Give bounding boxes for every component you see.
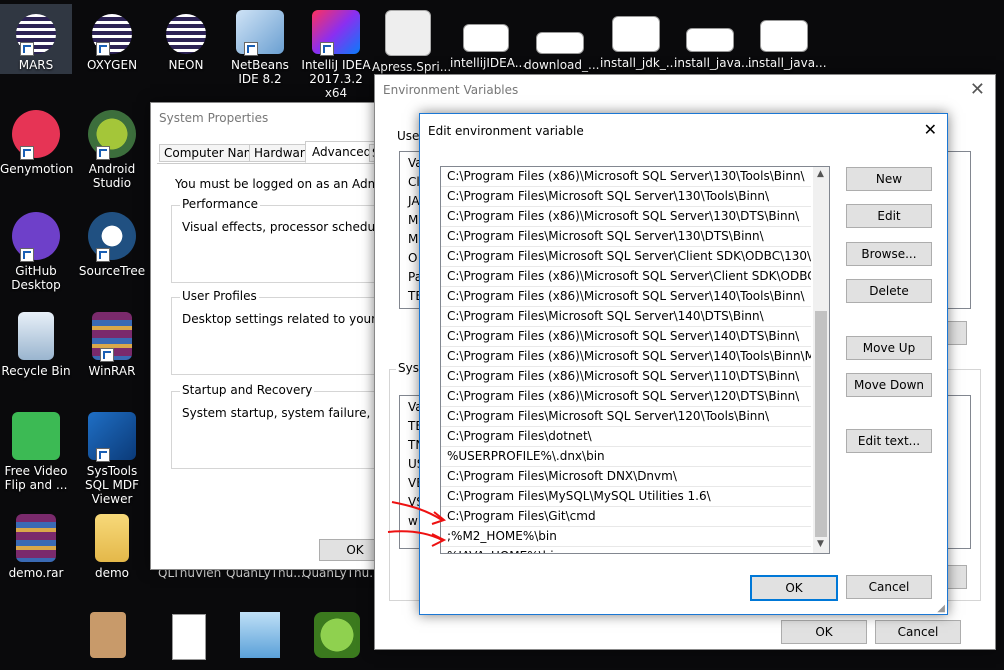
book-cover-icon <box>385 10 431 56</box>
path-entry[interactable]: C:\Program Files (x86)\Microsoft SQL Ser… <box>441 327 811 347</box>
system-button-partial[interactable] <box>945 565 967 589</box>
desktop-icon-install-jdk[interactable]: install_jdk_... <box>600 4 677 70</box>
tab-advanced[interactable]: Advanced <box>305 141 379 163</box>
path-entry[interactable]: C:\Program Files (x86)\Microsoft SQL Ser… <box>441 347 811 367</box>
folder-icon <box>95 514 129 562</box>
cancel-button[interactable]: Cancel <box>875 620 961 644</box>
desktop-icon-sourcetree[interactable]: SourceTree <box>76 206 148 278</box>
cancel-button[interactable]: Cancel <box>846 575 932 599</box>
close-icon[interactable]: ✕ <box>970 79 985 100</box>
desktop-icon-install-java-1[interactable]: install_java... <box>674 4 753 70</box>
path-entry[interactable]: C:\Program Files\Microsoft SQL Server\12… <box>441 407 811 427</box>
vertical-scrollbar[interactable]: ▲ ▼ <box>813 167 829 553</box>
window-title: System Properties <box>151 103 391 133</box>
desktop-icon-github[interactable]: GitHub Desktop <box>0 206 72 292</box>
move-down-button[interactable]: Move Down <box>846 373 932 397</box>
tab-bar: Computer Name Hardware Advanced S <box>157 141 397 164</box>
sourcetree-icon <box>88 212 136 262</box>
path-entry[interactable]: C:\Program Files\MySQL\MySQL Utilities 1… <box>441 487 811 507</box>
close-icon[interactable]: ✕ <box>924 120 937 139</box>
path-entry[interactable]: C:\Program Files\Microsoft SQL Server\13… <box>441 227 811 247</box>
desktop-icon-demo-rar[interactable]: demo.rar <box>0 508 72 580</box>
eclipse-icon <box>162 10 210 54</box>
group-label: User Profiles <box>180 289 259 303</box>
netbeans-icon <box>236 10 284 56</box>
desktop-icon-apress[interactable]: Apress.Spri... <box>372 4 451 74</box>
github-icon <box>12 212 60 262</box>
edit-environment-variable-dialog: Edit environment variable ✕ C:\Program F… <box>419 113 948 615</box>
screenshot-thumbnail-icon <box>612 16 660 52</box>
annotation-arrows <box>387 501 447 547</box>
desktop-icon-free-video-flip[interactable]: Free Video Flip and ... <box>0 406 72 492</box>
desktop-icon-oxygen[interactable]: OXYGEN <box>76 4 148 72</box>
window-title: Environment Variables <box>375 75 995 105</box>
path-entry[interactable]: ;%M2_HOME%\bin <box>441 527 811 547</box>
path-entry[interactable]: C:\Program Files (x86)\Microsoft SQL Ser… <box>441 167 811 187</box>
resize-grip-icon[interactable]: ◢ <box>937 603 945 614</box>
scroll-up-arrow-icon[interactable]: ▲ <box>817 169 824 179</box>
ok-button[interactable]: OK <box>750 575 838 601</box>
desktop-icon-recycle-bin[interactable]: Recycle Bin <box>0 306 72 378</box>
eclipse-icon <box>88 10 136 56</box>
document-icon <box>172 614 206 660</box>
desktop-icon-android-studio[interactable]: Android Studio <box>76 104 148 190</box>
path-entry[interactable]: C:\Program Files\Git\cmd <box>441 507 811 527</box>
recycle-bin-icon <box>18 312 54 360</box>
desktop-icon-winrar[interactable]: WinRAR <box>76 306 148 378</box>
notepad-icon <box>240 612 280 658</box>
nosql-icon <box>314 612 360 658</box>
desktop-icon-mars[interactable]: MARS <box>0 4 72 74</box>
desktop-icon-intellij[interactable]: IntelliJ IDEA 2017.3.2 x64 <box>300 4 372 100</box>
scroll-down-arrow-icon[interactable]: ▼ <box>817 539 824 549</box>
path-entry[interactable]: %JAVA_HOME%\bin <box>441 547 811 553</box>
path-entry[interactable]: C:\Program Files\Microsoft SQL Server\Cl… <box>441 247 811 267</box>
path-entry[interactable]: C:\Program Files\dotnet\ <box>441 427 811 447</box>
delete-button[interactable]: Delete <box>846 279 932 303</box>
ok-button[interactable]: OK <box>781 620 867 644</box>
winrar-archive-icon <box>16 514 56 562</box>
path-entry[interactable]: C:\Program Files\Microsoft DNX\Dnvm\ <box>441 467 811 487</box>
android-studio-icon <box>88 110 136 160</box>
desktop-icon-neon[interactable]: NEON <box>150 4 222 72</box>
path-entry[interactable]: C:\Program Files\Microsoft SQL Server\13… <box>441 187 811 207</box>
screenshot-thumbnail-icon <box>463 24 509 52</box>
path-entry[interactable]: C:\Program Files\Microsoft SQL Server\14… <box>441 307 811 327</box>
screenshot-thumbnail-icon <box>686 28 734 52</box>
winrar-icon <box>92 312 132 362</box>
scrollbar-thumb[interactable] <box>815 311 827 537</box>
eclipse-icon <box>12 10 60 56</box>
edit-button[interactable]: Edit <box>846 204 932 228</box>
path-entry[interactable]: C:\Program Files (x86)\Microsoft SQL Ser… <box>441 207 811 227</box>
move-up-button[interactable]: Move Up <box>846 336 932 360</box>
avatar-icon <box>90 612 126 658</box>
path-entry[interactable]: C:\Program Files (x86)\Microsoft SQL Ser… <box>441 287 811 307</box>
desktop-icon-intellij-doc[interactable]: intellijIDEA... <box>450 4 526 70</box>
desktop-icon-download[interactable]: download_... <box>524 4 599 72</box>
path-entry[interactable]: %USERPROFILE%\.dnx\bin <box>441 447 811 467</box>
system-properties-window: System Properties Computer Name Hardware… <box>150 102 438 570</box>
path-entry[interactable]: C:\Program Files (x86)\Microsoft SQL Ser… <box>441 387 811 407</box>
group-label: Performance <box>180 197 261 211</box>
genymotion-icon <box>12 110 60 160</box>
desktop-icon-demo-folder[interactable]: demo <box>76 508 148 580</box>
browse-button[interactable]: Browse... <box>846 242 932 266</box>
desktop-icon-systools[interactable]: SysTools SQL MDF Viewer <box>76 406 148 506</box>
video-flip-icon <box>12 412 60 460</box>
group-label: Startup and Recovery <box>180 383 315 397</box>
path-entries-list[interactable]: C:\Program Files (x86)\Microsoft SQL Ser… <box>440 166 830 554</box>
user-edit-button-partial[interactable] <box>945 321 967 345</box>
systools-icon <box>88 412 136 462</box>
desktop-icon-genymotion[interactable]: Genymotion <box>0 104 73 176</box>
path-entry[interactable]: C:\Program Files (x86)\Microsoft SQL Ser… <box>441 367 811 387</box>
path-entry[interactable]: C:\Program Files (x86)\Microsoft SQL Ser… <box>441 267 811 287</box>
desktop-icon-netbeans[interactable]: NetBeans IDE 8.2 <box>224 4 296 86</box>
desktop-icon-install-java-2[interactable]: install_java... <box>748 4 827 70</box>
intellij-icon <box>312 10 360 56</box>
edit-text-button[interactable]: Edit text... <box>846 429 932 453</box>
dialog-title: Edit environment variable <box>420 114 947 148</box>
screenshot-thumbnail-icon <box>760 20 808 52</box>
new-button[interactable]: New <box>846 167 932 191</box>
screenshot-thumbnail-icon <box>536 32 584 54</box>
